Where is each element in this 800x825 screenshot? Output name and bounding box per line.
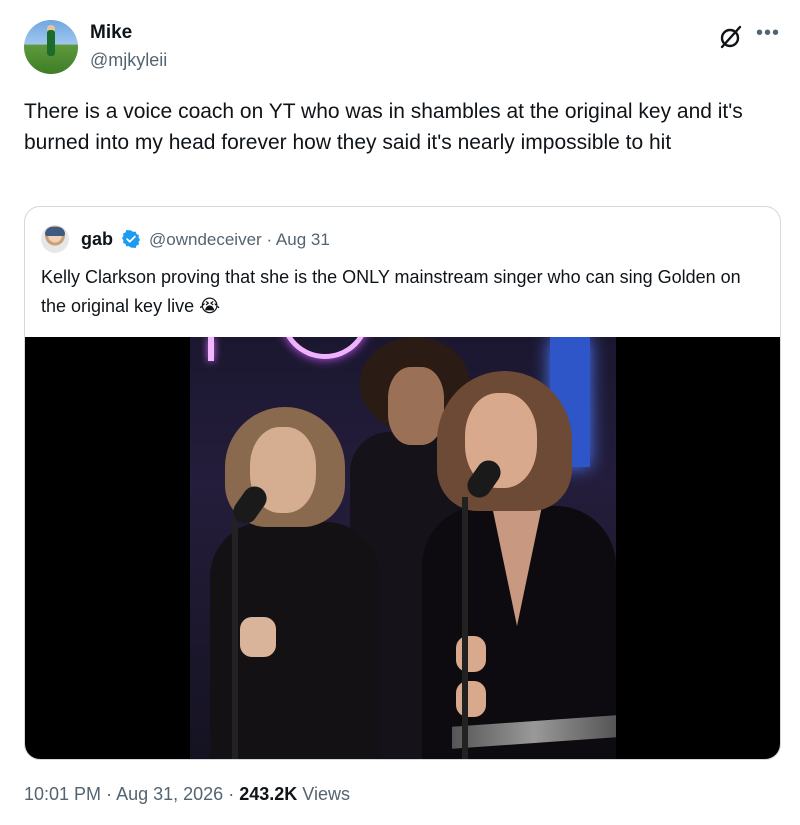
tweet-date[interactable]: Aug 31, 2026 <box>116 784 223 804</box>
grok-icon[interactable] <box>718 24 744 50</box>
verified-badge-icon <box>121 230 141 248</box>
author-handle[interactable]: @mjkyleii <box>90 50 167 71</box>
quoted-author-handle[interactable]: @owndeceiver <box>149 230 262 249</box>
avatar-figure-body <box>47 30 55 56</box>
footer-separator: · <box>228 784 235 804</box>
lead-singer <box>422 371 616 759</box>
meta-separator: · <box>266 230 273 249</box>
views-label: Views <box>302 784 350 804</box>
video-player[interactable] <box>25 337 780 759</box>
tweet-text: There is a voice coach on YT who was in … <box>24 100 743 154</box>
author-name[interactable]: Mike <box>90 22 132 44</box>
more-icon[interactable]: ••• <box>756 22 780 45</box>
neon-light <box>208 337 214 361</box>
views-count[interactable]: 243.2K <box>239 784 297 804</box>
video-frame <box>190 337 616 759</box>
avatar[interactable] <box>24 20 78 74</box>
mic-stand-right <box>462 497 468 759</box>
footer-separator: · <box>106 784 113 804</box>
quoted-author-name[interactable]: gab <box>81 229 113 250</box>
mic-stand-left <box>232 517 238 759</box>
quoted-avatar[interactable] <box>41 225 69 253</box>
quoted-meta: @owndeceiver · Aug 31 <box>149 230 330 250</box>
quoted-tweet-text: Kelly Clarkson proving that she is the O… <box>41 267 741 316</box>
tweet: Mike @mjkyleii ••• There is a voice coac… <box>0 0 800 825</box>
tweet-time[interactable]: 10:01 PM <box>24 784 101 804</box>
quoted-date[interactable]: Aug 31 <box>276 230 330 249</box>
tweet-footer: 10:01 PM · Aug 31, 2026 · 243.2K Views <box>24 784 350 805</box>
quoted-tweet[interactable]: gab @owndeceiver · Aug 31 Kelly Clarkson… <box>24 206 781 760</box>
